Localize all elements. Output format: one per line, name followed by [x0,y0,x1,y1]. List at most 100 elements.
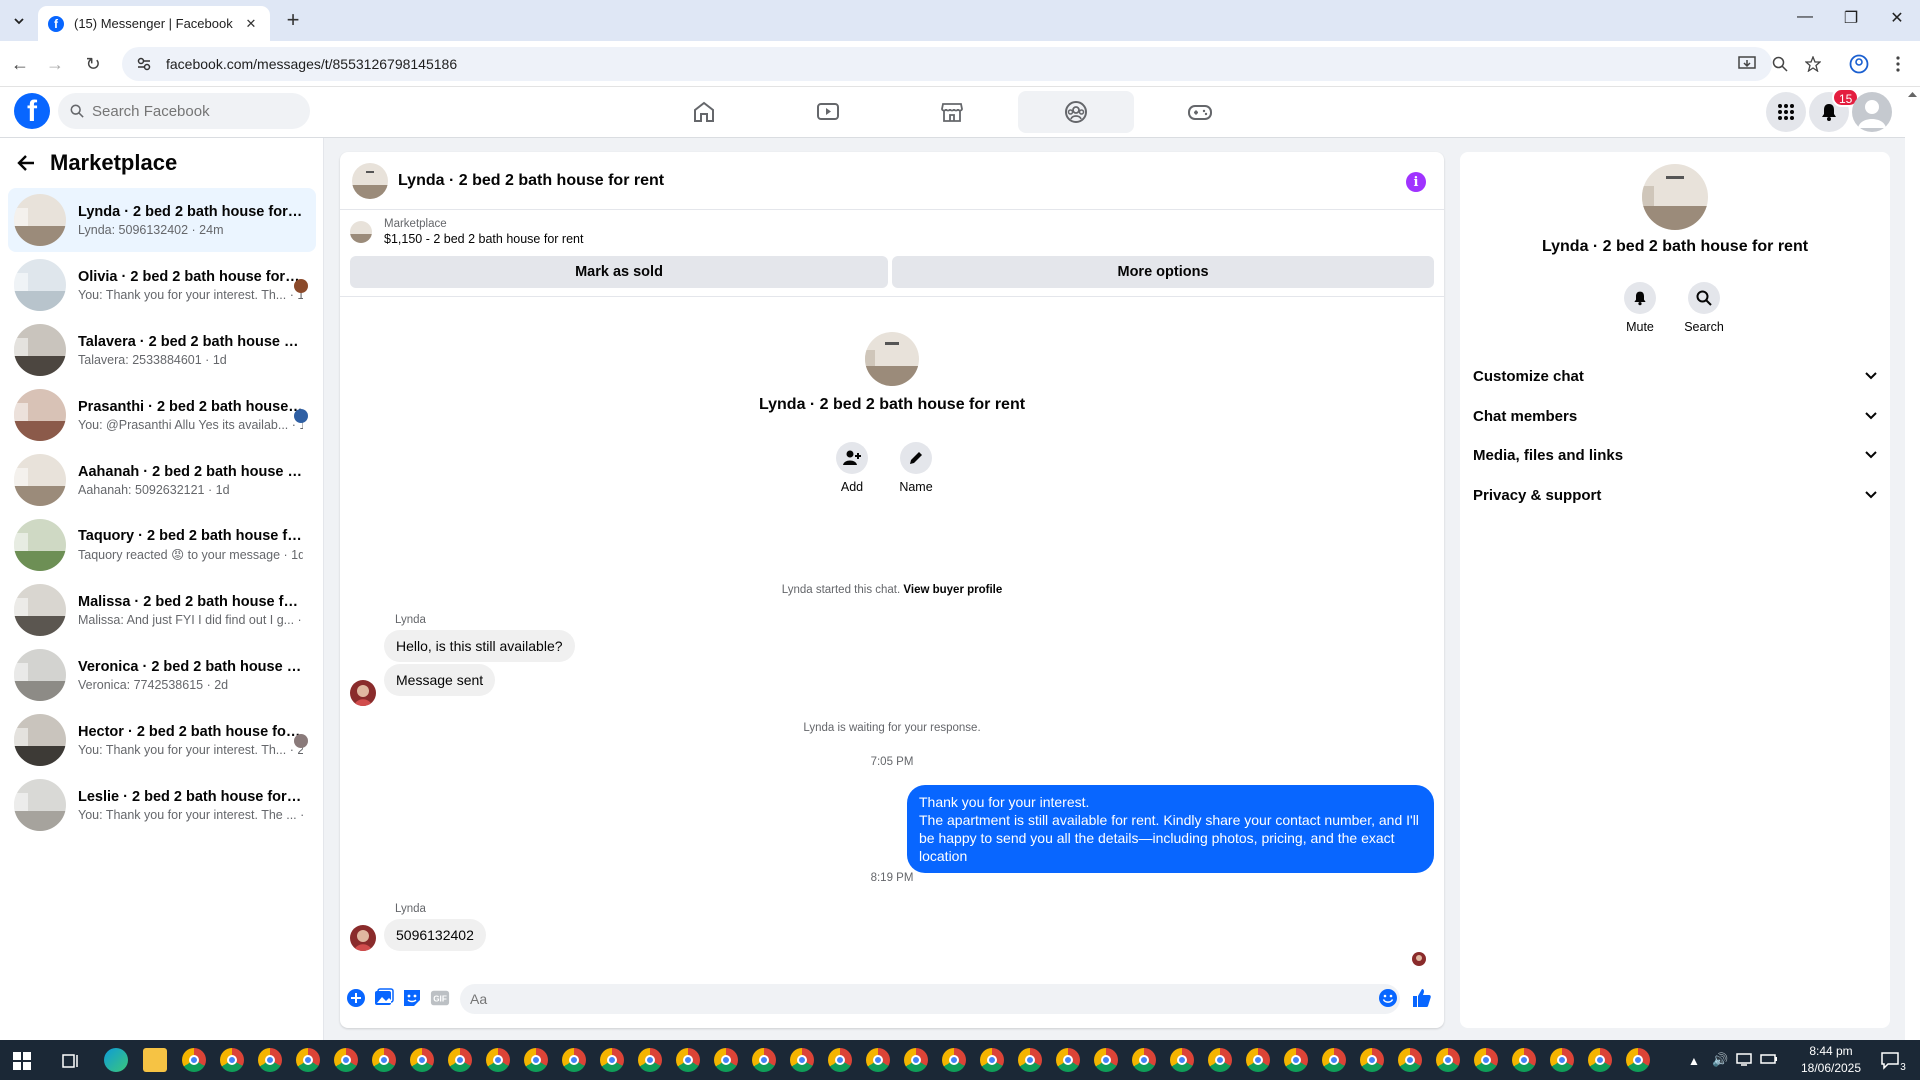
message-bubble[interactable]: Hello, is this still available? [384,630,575,662]
profile-avatar[interactable] [865,332,919,386]
message-input[interactable] [470,991,1350,1007]
plus-icon[interactable] [346,988,366,1008]
install-app-icon[interactable] [1736,53,1758,75]
info-icon[interactable]: i [1406,172,1426,192]
nav-marketplace[interactable] [894,91,1010,133]
chrome-window-icon[interactable] [1094,1048,1118,1072]
conversation-item[interactable]: Veronica · 2 bed 2 bath house for r... Ve… [8,643,316,707]
emoji-icon[interactable] [1378,988,1398,1008]
conversation-item[interactable]: Malissa · 2 bed 2 bath house for re... Ma… [8,578,316,642]
chrome-window-icon[interactable] [448,1048,472,1072]
file-explorer-icon[interactable] [143,1048,167,1072]
chrome-window-icon[interactable] [486,1048,510,1072]
facebook-logo[interactable]: f [14,93,50,129]
chrome-window-icon[interactable] [1284,1048,1308,1072]
chrome-window-icon[interactable] [1626,1048,1650,1072]
tab-search-button[interactable] [8,10,30,32]
chrome-window-icon[interactable] [182,1048,206,1072]
more-options-button[interactable]: More options [892,256,1434,288]
chrome-window-icon[interactable] [1360,1048,1384,1072]
profile-icon[interactable] [1848,53,1870,75]
chat-members-section[interactable]: Chat members [1473,398,1877,434]
photo-icon[interactable] [374,988,394,1008]
facebook-search[interactable] [58,93,310,129]
chrome-window-icon[interactable] [220,1048,244,1072]
my-message-bubble[interactable]: Thank you for your interest. The apartme… [907,785,1434,873]
account-avatar[interactable] [1852,92,1892,132]
chrome-window-icon[interactable] [334,1048,358,1072]
conversation-item[interactable]: Hector · 2 bed 2 bath house for ... You: … [8,708,316,772]
chrome-window-icon[interactable] [714,1048,738,1072]
nav-home[interactable] [646,91,762,133]
conversation-item[interactable]: Olivia · 2 bed 2 bath house for r... You:… [8,253,316,317]
new-tab-button[interactable]: + [282,9,304,31]
close-window-button[interactable]: ✕ [1882,8,1912,28]
speaker-icon[interactable]: 🔊 [1712,1052,1728,1068]
bookmark-star-icon[interactable] [1802,53,1824,75]
chrome-window-icon[interactable] [1132,1048,1156,1072]
chat-avatar[interactable] [352,162,388,199]
message-bubble[interactable]: Message sent [384,664,496,696]
conversation-item[interactable]: Lynda · 2 bed 2 bath house for rent Lynda… [8,188,316,252]
listing-summary[interactable]: Marketplace $1,150 - 2 bed 2 bath house … [350,218,583,246]
forward-button[interactable]: → [44,53,66,75]
view-buyer-profile-link[interactable]: View buyer profile [903,584,1002,596]
task-view-icon[interactable] [62,1052,80,1070]
tray-arrow-icon[interactable]: ▲ [1688,1054,1700,1068]
chrome-window-icon[interactable] [866,1048,890,1072]
chrome-window-icon[interactable] [790,1048,814,1072]
clock-date[interactable]: 18/06/2025 [1788,1061,1874,1075]
arrow-left-icon[interactable] [16,153,36,173]
chrome-window-icon[interactable] [942,1048,966,1072]
chrome-window-icon[interactable] [1322,1048,1346,1072]
chrome-window-icon[interactable] [676,1048,700,1072]
chrome-window-icon[interactable] [1018,1048,1042,1072]
chrome-window-icon[interactable] [1208,1048,1232,1072]
message-input-container[interactable] [460,984,1400,1014]
gif-icon[interactable]: GIF [430,988,450,1008]
chrome-window-icon[interactable] [752,1048,776,1072]
sender-avatar[interactable] [350,925,376,951]
chrome-window-icon[interactable] [258,1048,282,1072]
add-button[interactable]: Add [822,442,882,494]
chrome-window-icon[interactable] [1474,1048,1498,1072]
chrome-window-icon[interactable] [524,1048,548,1072]
minimize-button[interactable]: — [1790,8,1820,26]
chrome-window-icon[interactable] [1246,1048,1270,1072]
network-icon[interactable] [1736,1052,1752,1066]
sender-avatar[interactable] [350,680,376,706]
chrome-window-icon[interactable] [562,1048,586,1072]
chrome-window-icon[interactable] [1588,1048,1612,1072]
search-in-chat-button[interactable]: Search [1674,282,1734,334]
site-info-icon[interactable] [136,56,152,72]
restore-button[interactable]: ❐ [1836,8,1866,28]
nav-gaming[interactable] [1142,91,1258,133]
chrome-window-icon[interactable] [296,1048,320,1072]
edge-icon[interactable] [104,1048,128,1072]
chrome-window-icon[interactable] [1170,1048,1194,1072]
reload-button[interactable]: ↻ [82,53,104,75]
nav-groups[interactable] [1018,91,1134,133]
chrome-window-icon[interactable] [1550,1048,1574,1072]
chrome-window-icon[interactable] [904,1048,928,1072]
conversation-item[interactable]: Aahanah · 2 bed 2 bath house for r... Aah… [8,448,316,512]
message-bubble[interactable]: 5096132402 [384,919,486,951]
address-bar[interactable]: facebook.com/messages/t/8553126798145186 [122,47,1772,81]
chrome-window-icon[interactable] [638,1048,662,1072]
chrome-window-icon[interactable] [828,1048,852,1072]
tab-close-icon[interactable]: ✕ [242,16,260,32]
chrome-window-icon[interactable] [1056,1048,1080,1072]
battery-icon[interactable] [1760,1052,1778,1066]
customize-chat-section[interactable]: Customize chat [1473,358,1877,394]
mark-as-sold-button[interactable]: Mark as sold [350,256,888,288]
chrome-window-icon[interactable] [1512,1048,1536,1072]
chat-title[interactable]: Lynda · 2 bed 2 bath house for rent [398,172,664,190]
chrome-window-icon[interactable] [1398,1048,1422,1072]
chrome-window-icon[interactable] [372,1048,396,1072]
zoom-icon[interactable] [1769,53,1791,75]
name-button[interactable]: Name [886,442,946,494]
conversation-item[interactable]: Taquory · 2 bed 2 bath house for r... Taq… [8,513,316,577]
chrome-window-icon[interactable] [1436,1048,1460,1072]
sticker-icon[interactable] [402,988,422,1008]
browser-tab-active[interactable]: f (15) Messenger | Facebook ✕ [38,6,270,41]
